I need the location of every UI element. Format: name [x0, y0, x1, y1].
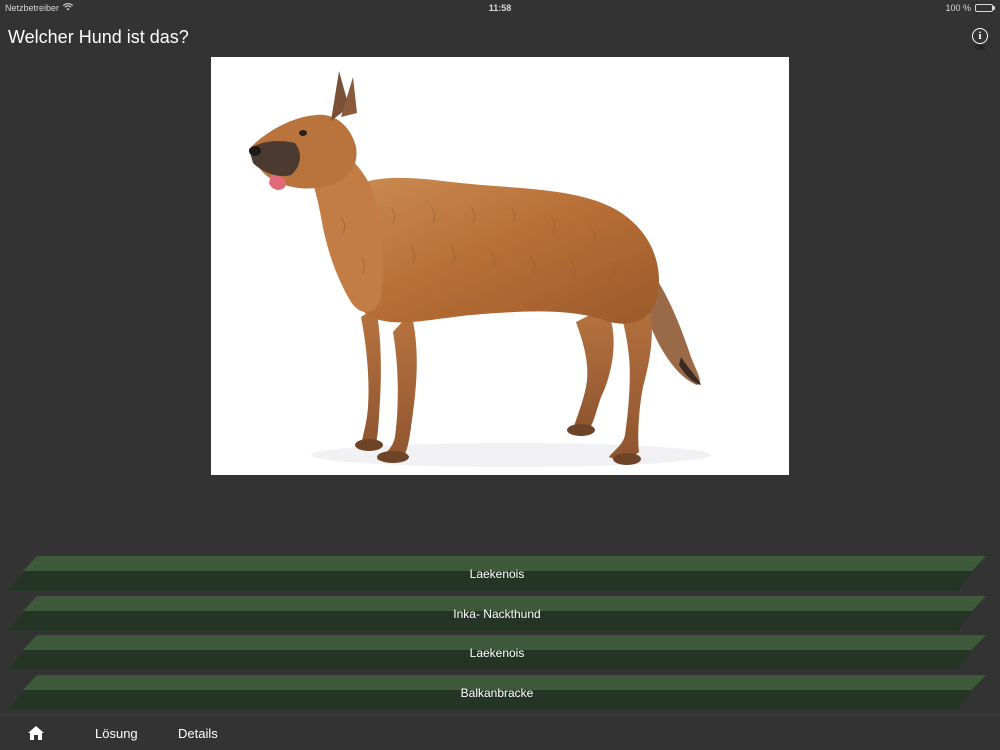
info-icon: i: [972, 28, 988, 44]
info-caption: OK: [974, 45, 986, 52]
answer-button-2[interactable]: Inka- Nackthund: [8, 596, 986, 631]
dog-photo: [211, 57, 789, 475]
page-title: Welcher Hund ist das?: [8, 27, 189, 47]
answer-label: Laekenois: [469, 566, 525, 581]
solution-button[interactable]: Lösung: [95, 726, 138, 741]
status-right: 100 %: [945, 3, 995, 13]
answer-button-3[interactable]: Laekenois: [8, 635, 986, 670]
info-button[interactable]: i OK: [972, 28, 988, 54]
home-icon[interactable]: [27, 725, 45, 741]
battery-percent: 100 %: [945, 3, 971, 13]
status-bar: Netzbetreiber 11:58 100 %: [0, 0, 1000, 16]
details-button[interactable]: Details: [178, 726, 218, 741]
answer-label: Inka- Nackthund: [453, 606, 541, 621]
answer-button-4[interactable]: Balkanbracke: [8, 675, 986, 710]
status-time: 11:58: [488, 3, 512, 13]
battery-icon: [975, 4, 995, 12]
answer-label: Balkanbracke: [460, 685, 534, 700]
bottom-toolbar: Lösung Details: [0, 715, 1000, 750]
answer-label: Laekenois: [469, 645, 525, 660]
answer-button-1[interactable]: Laekenois: [8, 556, 986, 591]
